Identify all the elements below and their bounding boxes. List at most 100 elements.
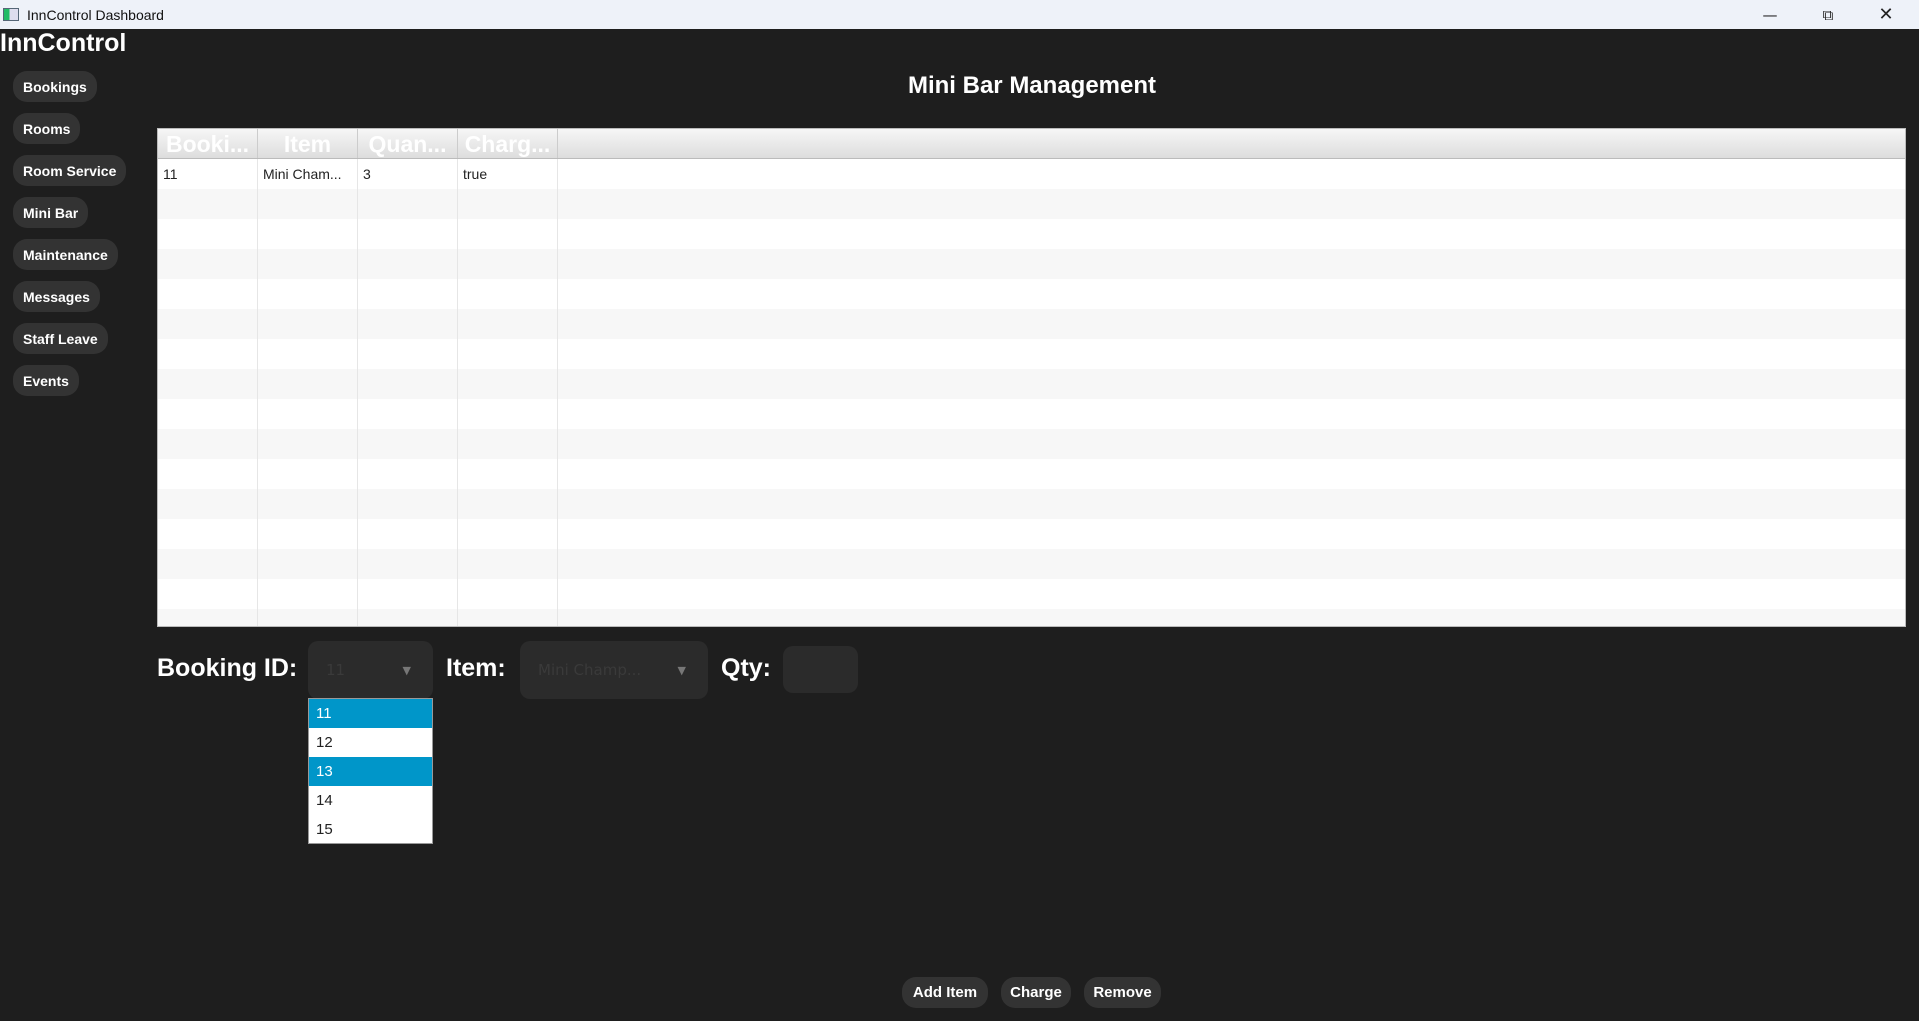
qty-input[interactable] (783, 646, 858, 693)
cell-empty (458, 549, 558, 579)
close-icon[interactable]: ✕ (1857, 0, 1915, 29)
remove-button[interactable]: Remove (1084, 977, 1161, 1008)
cell-empty (358, 609, 458, 626)
cell-empty (358, 519, 458, 549)
dropdown-option[interactable]: 12 (309, 728, 432, 757)
table-body: 11 Mini Cham... 3 true (158, 159, 1905, 626)
column-header-quantity[interactable]: Quan... (358, 129, 458, 158)
column-header-item[interactable]: Item (258, 129, 358, 158)
sidebar-item-events[interactable]: Events (13, 365, 79, 396)
sidebar-item-rooms[interactable]: Rooms (13, 113, 81, 144)
cell-empty (558, 579, 1905, 609)
column-header-charged[interactable]: Charg... (458, 129, 558, 158)
cell-empty (558, 189, 1905, 219)
booking-id-dropdown: 11 12 13 14 15 (308, 698, 433, 844)
cell-empty (558, 309, 1905, 339)
cell-empty (258, 399, 358, 429)
sidebar-item-room-service[interactable]: Room Service (13, 155, 127, 186)
cell-empty (258, 579, 358, 609)
cell-empty (358, 459, 458, 489)
restore-icon[interactable]: ⧉ (1799, 0, 1857, 29)
cell-empty (458, 219, 558, 249)
cell-empty (358, 579, 458, 609)
sidebar-item-mini-bar[interactable]: Mini Bar (13, 197, 89, 228)
column-header-booking[interactable]: Booki... (158, 129, 258, 158)
cell-empty (258, 309, 358, 339)
cell-empty (458, 429, 558, 459)
app-logo: InnControl (0, 29, 127, 57)
cell-empty (558, 429, 1905, 459)
column-header-filler (558, 129, 1905, 158)
cell-empty (458, 519, 558, 549)
item-combo[interactable]: Mini Champ... ▼ (520, 641, 708, 699)
dropdown-option[interactable]: 15 (309, 815, 432, 844)
charge-button[interactable]: Charge (1001, 977, 1071, 1008)
sidebar-item-staff-leave[interactable]: Staff Leave (13, 323, 108, 354)
cell-charged: true (458, 159, 558, 189)
cell-item: Mini Cham... (258, 159, 358, 189)
sidebar-item-maintenance[interactable]: Maintenance (13, 239, 118, 270)
minibar-table[interactable]: Booki... Item Quan... Charg... 11 Mini C… (157, 128, 1906, 627)
cell-booking: 11 (158, 159, 258, 189)
cell-empty (458, 609, 558, 626)
cell-empty (258, 249, 358, 279)
cell-empty (158, 459, 258, 489)
cell-empty (258, 549, 358, 579)
cell-empty (558, 459, 1905, 489)
add-item-button[interactable]: Add Item (902, 977, 988, 1008)
cell-empty (458, 489, 558, 519)
sidebar-item-messages[interactable]: Messages (13, 281, 100, 312)
cell-empty (258, 459, 358, 489)
table-row[interactable]: 11 Mini Cham... 3 true (158, 159, 1905, 189)
cell-empty (558, 399, 1905, 429)
cell-empty (158, 369, 258, 399)
cell-empty (558, 489, 1905, 519)
table-header: Booki... Item Quan... Charg... (158, 129, 1905, 159)
cell-empty (358, 339, 458, 369)
cell-empty (158, 279, 258, 309)
cell-empty (158, 309, 258, 339)
window-titlebar: InnControl Dashboard — ⧉ ✕ (0, 0, 1919, 29)
cell-empty (558, 549, 1905, 579)
cell-empty (358, 309, 458, 339)
cell-empty (358, 369, 458, 399)
cell-empty (458, 369, 558, 399)
cell-empty (358, 189, 458, 219)
cell-empty (458, 579, 558, 609)
cell-empty (158, 579, 258, 609)
table-row-empty (158, 549, 1905, 579)
cell-empty (258, 609, 358, 626)
cell-empty (258, 519, 358, 549)
cell-empty (158, 339, 258, 369)
dropdown-option[interactable]: 11 (309, 699, 432, 728)
table-row-empty (158, 369, 1905, 399)
cell-empty (358, 249, 458, 279)
cell-empty (558, 219, 1905, 249)
table-row-empty (158, 579, 1905, 609)
dropdown-option[interactable]: 13 (309, 757, 432, 786)
cell-empty (158, 429, 258, 459)
dropdown-option[interactable]: 14 (309, 786, 432, 815)
cell-empty (358, 279, 458, 309)
cell-empty (158, 189, 258, 219)
cell-empty (558, 609, 1905, 626)
window-title: InnControl Dashboard (27, 6, 164, 23)
qty-label: Qty: (721, 654, 771, 682)
cell-empty (258, 339, 358, 369)
cell-empty (258, 429, 358, 459)
cell-empty (458, 279, 558, 309)
page-title: Mini Bar Management (907, 72, 1157, 99)
cell-empty (558, 279, 1905, 309)
booking-id-value: 11 (326, 661, 346, 679)
cell-empty (158, 249, 258, 279)
table-row-empty (158, 309, 1905, 339)
booking-id-combo[interactable]: 11 ▼ (308, 641, 433, 699)
table-row-empty (158, 189, 1905, 219)
cell-empty (158, 219, 258, 249)
cell-empty (258, 219, 358, 249)
table-row-empty (158, 609, 1905, 626)
cell-empty (158, 399, 258, 429)
table-row-empty (158, 339, 1905, 369)
sidebar-item-bookings[interactable]: Bookings (13, 71, 97, 102)
minimize-icon[interactable]: — (1741, 0, 1799, 29)
